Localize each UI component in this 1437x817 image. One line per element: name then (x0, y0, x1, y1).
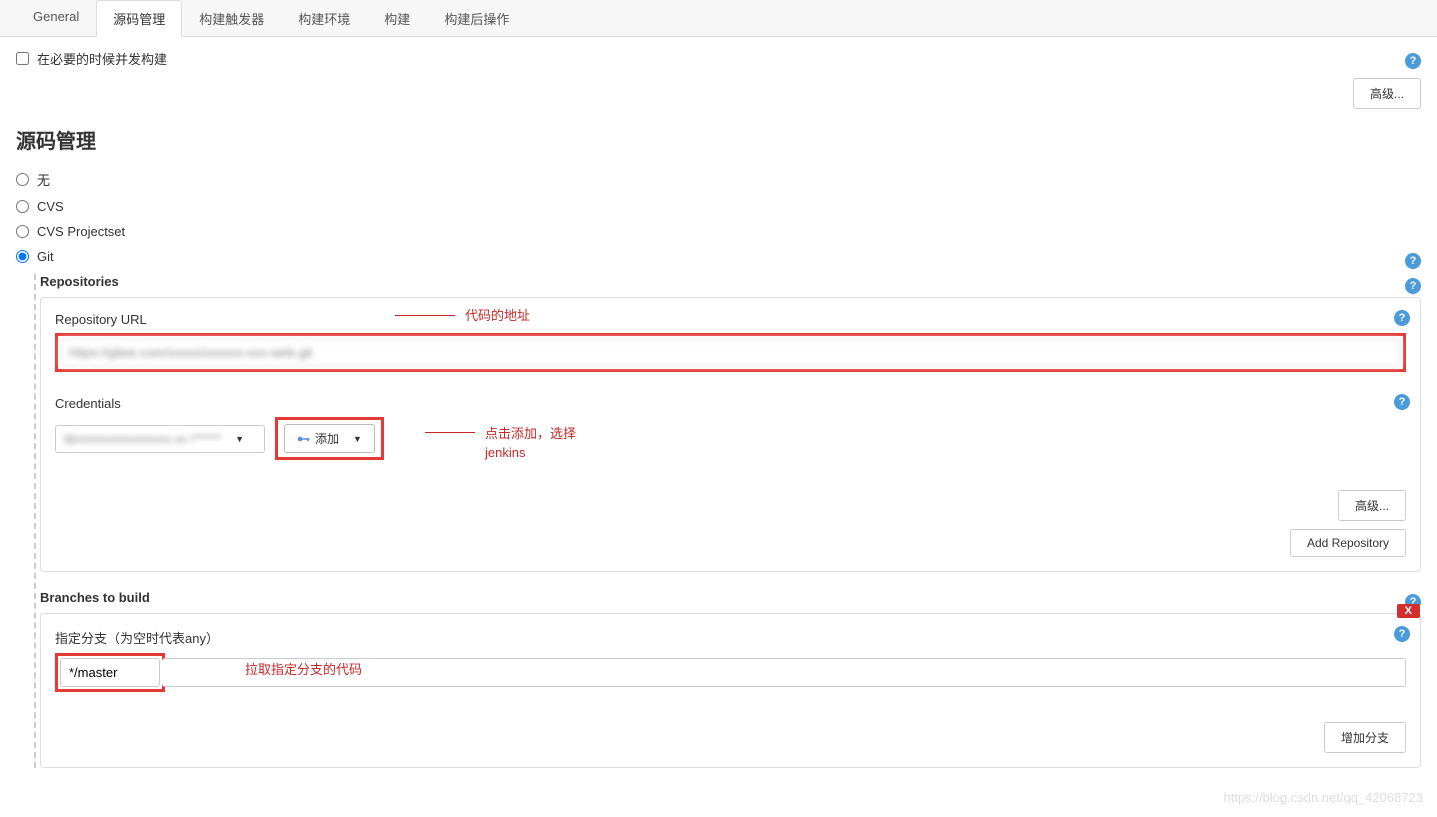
radio-cvsproj-label: CVS Projectset (37, 224, 125, 239)
advanced-button-repo[interactable]: 高级... (1338, 490, 1406, 521)
branch-field-label: 指定分支（为空时代表any） (55, 631, 219, 646)
tab-general[interactable]: General (16, 0, 96, 36)
add-credentials-label: 添加 (315, 430, 339, 447)
radio-cvsproj[interactable] (16, 225, 29, 238)
credentials-label: Credentials (55, 396, 121, 411)
repositories-label: Repositories (40, 274, 119, 289)
repo-url-input[interactable] (60, 338, 1401, 367)
tab-env[interactable]: 构建环境 (281, 0, 367, 36)
concurrent-build-checkbox[interactable] (16, 52, 29, 65)
config-tabs: General 源码管理 构建触发器 构建环境 构建 构建后操作 (0, 0, 1437, 37)
annotation-cred-1: 点击添加，选择 (485, 423, 576, 442)
radio-none[interactable] (16, 173, 29, 186)
chevron-down-icon: ▼ (353, 434, 362, 444)
branches-label: Branches to build (40, 590, 150, 605)
help-icon[interactable]: ? (1394, 626, 1410, 642)
add-repository-button[interactable]: Add Repository (1290, 529, 1406, 557)
annotation-cred-2: jenkins (485, 445, 525, 460)
branch-specifier-input[interactable] (60, 658, 160, 687)
help-icon[interactable]: ? (1405, 53, 1421, 69)
chevron-down-icon: ▼ (235, 434, 244, 444)
annotation-repo-url: 代码的地址 (465, 305, 530, 324)
annotation-branch: 拉取指定分支的代码 (245, 659, 362, 678)
radio-git-label: Git (37, 249, 54, 264)
tab-build[interactable]: 构建 (367, 0, 427, 36)
help-icon[interactable]: ? (1394, 394, 1410, 410)
tab-post[interactable]: 构建后操作 (427, 0, 526, 36)
help-icon[interactable]: ? (1405, 253, 1421, 269)
section-title-scm: 源码管理 (16, 125, 1421, 154)
repositories-panel: Repository URL ? 代码的地址 Credentials ? lij… (40, 297, 1421, 572)
tab-scm[interactable]: 源码管理 (96, 0, 182, 37)
radio-git[interactable] (16, 250, 29, 263)
branches-panel: X 指定分支（为空时代表any） ? 拉取指定分支的代码 增加分支 (40, 613, 1421, 768)
tab-triggers[interactable]: 构建触发器 (182, 0, 281, 36)
radio-none-label: 无 (37, 170, 50, 189)
key-icon (297, 435, 311, 443)
concurrent-build-label: 在必要的时候并发构建 (37, 49, 167, 68)
delete-branch-button[interactable]: X (1397, 604, 1420, 618)
add-branch-button[interactable]: 增加分支 (1324, 722, 1406, 753)
advanced-button[interactable]: 高级... (1353, 78, 1421, 109)
radio-cvs[interactable] (16, 200, 29, 213)
credentials-value: lijinxxxxxxxxxxxxxxx.xx /****** (64, 432, 221, 446)
repo-url-label: Repository URL (55, 312, 147, 327)
help-icon[interactable]: ? (1405, 278, 1421, 294)
add-credentials-button[interactable]: 添加 ▼ (284, 424, 375, 453)
radio-cvs-label: CVS (37, 199, 64, 214)
help-icon[interactable]: ? (1394, 310, 1410, 326)
credentials-select[interactable]: lijinxxxxxxxxxxxxxxx.xx /****** ▼ (55, 425, 265, 453)
